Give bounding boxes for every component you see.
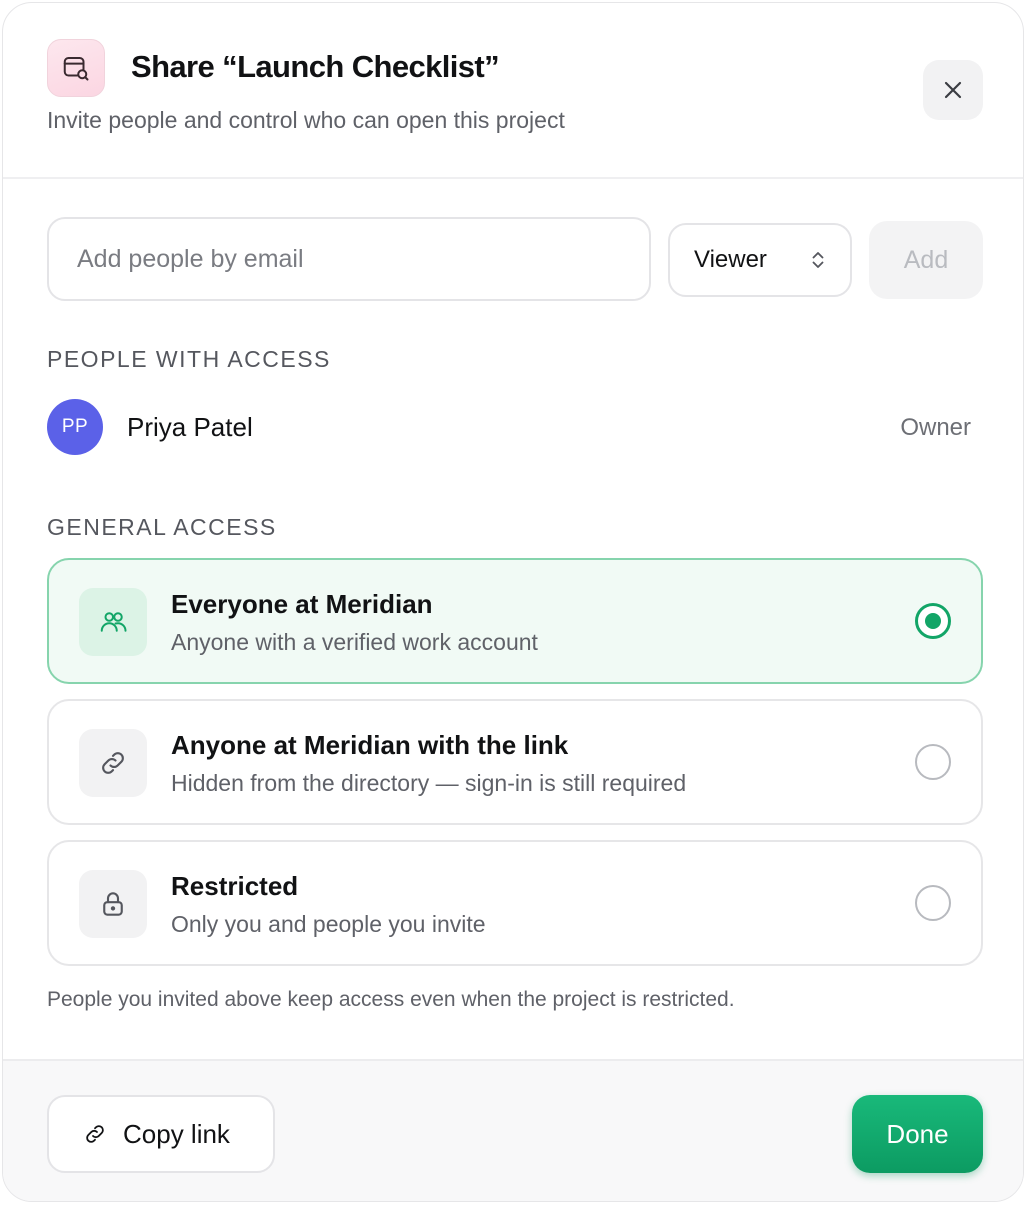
- access-option-link[interactable]: Anyone at Meridian with the link Hidden …: [47, 699, 983, 825]
- access-radio-restricted[interactable]: [915, 885, 951, 921]
- dialog-footer: Copy link Done: [3, 1059, 1023, 1201]
- dialog-subtitle: Invite people and control who can open t…: [47, 107, 565, 133]
- people-icon: [79, 588, 147, 656]
- access-note: People you invited above keep access eve…: [47, 988, 735, 1011]
- role-select-value: Viewer: [694, 246, 767, 273]
- access-option-description: Hidden from the directory — sign-in is s…: [171, 770, 687, 796]
- dialog-header: Share “Launch Checklist” Invite people a…: [3, 3, 1023, 179]
- people-section-label: PEOPLE WITH ACCESS: [47, 346, 331, 372]
- access-option-title: Anyone at Meridian with the link: [171, 730, 569, 760]
- share-dialog: Share “Launch Checklist” Invite people a…: [2, 2, 1024, 1202]
- access-option-restricted[interactable]: Restricted Only you and people you invit…: [47, 840, 983, 966]
- general-access-section-label: GENERAL ACCESS: [47, 514, 277, 540]
- done-button[interactable]: Done: [852, 1095, 983, 1173]
- access-radio-link[interactable]: [915, 744, 951, 780]
- close-icon: [944, 81, 962, 99]
- access-option-description: Anyone with a verified work account: [171, 629, 538, 655]
- add-button[interactable]: Add: [869, 221, 983, 299]
- person-name: Priya Patel: [127, 412, 253, 442]
- access-radio-everyone[interactable]: [915, 603, 951, 639]
- email-input[interactable]: [47, 217, 651, 301]
- chevron-up-down-icon: [812, 252, 824, 268]
- role-select[interactable]: Viewer: [668, 223, 852, 297]
- access-option-title: Restricted: [171, 871, 299, 901]
- link-icon: [83, 1122, 107, 1146]
- access-option-title: Everyone at Meridian: [171, 589, 433, 619]
- copy-link-button[interactable]: Copy link: [47, 1095, 275, 1173]
- dialog-title: Share “Launch Checklist”: [131, 49, 500, 84]
- access-option-everyone[interactable]: Everyone at Meridian Anyone with a verif…: [47, 558, 983, 684]
- lock-icon: [79, 870, 147, 938]
- link-icon: [79, 729, 147, 797]
- person-role: Owner: [900, 414, 971, 441]
- close-button[interactable]: [923, 60, 983, 120]
- access-option-description: Only you and people you invite: [171, 911, 486, 937]
- copy-link-label: Copy link: [123, 1118, 230, 1149]
- avatar: PP: [47, 399, 103, 455]
- project-share-icon: [47, 39, 105, 97]
